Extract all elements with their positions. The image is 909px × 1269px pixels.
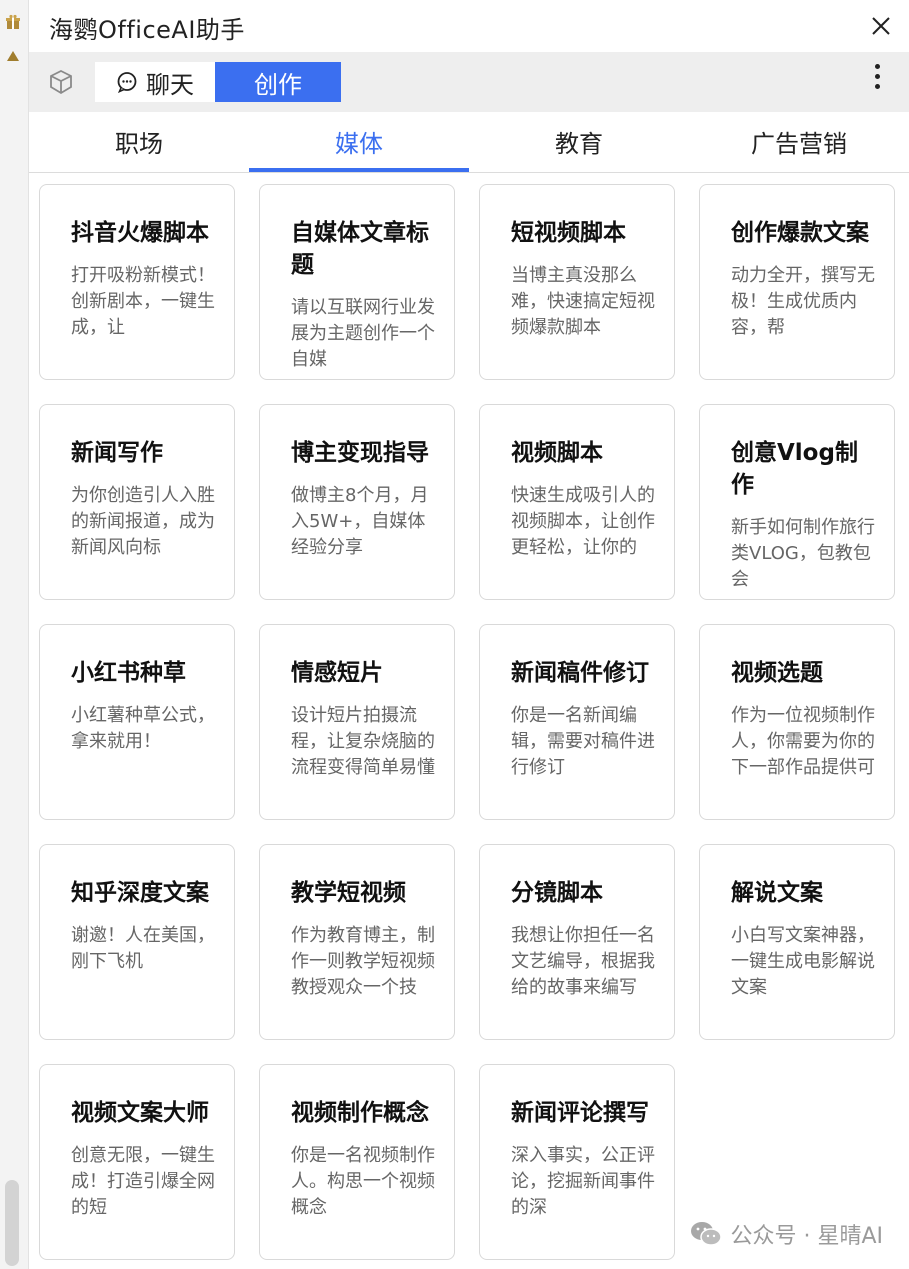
card-title: 新闻写作 — [71, 440, 163, 466]
template-card[interactable]: 分镜脚本 我想让你担任一名文艺编导，根据我给的故事来编写 — [479, 844, 675, 1040]
template-card[interactable]: 视频制作概念 你是一名视频制作人。构思一个视频概念 — [259, 1064, 455, 1260]
category-tab-media[interactable]: 媒体 — [249, 112, 469, 172]
template-card[interactable]: 博主变现指导 做博主8个月，月入5W+，自媒体经验分享 — [259, 404, 455, 600]
template-card[interactable]: 情感短片 设计短片拍摄流程，让复杂烧脑的流程变得简单易懂 — [259, 624, 455, 820]
category-tabs: 职场 媒体 教育 广告营销 — [29, 112, 909, 173]
card-description: 谢邀！人在美国，刚下飞机 — [71, 925, 215, 972]
card-description: 你是一名视频制作人。构思一个视频概念 — [291, 1145, 435, 1218]
watermark-text: 公众号 · 星晴AI — [730, 1224, 883, 1249]
template-card[interactable]: 视频脚本 快速生成吸引人的视频脚本，让创作更轻松，让你的 — [479, 404, 675, 600]
card-title: 情感短片 — [291, 660, 383, 686]
wechat-icon — [691, 1222, 723, 1246]
title-bar: 海鹦OfficeAI助手 — [29, 0, 909, 52]
card-title: 短视频脚本 — [511, 220, 626, 246]
card-description: 作为教育博主，制作一则教学短视频教授观众一个技 — [291, 925, 435, 998]
card-title: 知乎深度文案 — [71, 880, 209, 906]
card-description: 当博主真没那么难，快速搞定短视频爆款脚本 — [511, 265, 655, 338]
close-icon[interactable] — [867, 12, 895, 40]
watermark: 公众号 · 星晴AI — [690, 1218, 883, 1250]
category-label: 职场 — [115, 129, 163, 158]
tab-chat[interactable]: 聊天 — [95, 62, 215, 102]
left-gutter — [0, 0, 29, 1269]
card-description: 小红薯种草公式，拿来就用！ — [71, 705, 215, 752]
category-tab-workplace[interactable]: 职场 — [29, 112, 249, 170]
card-description: 你是一名新闻编辑，需要对稿件进行修订 — [511, 705, 655, 778]
tab-create[interactable]: 创作 — [215, 62, 341, 102]
card-description: 打开吸粉新模式！创新剧本，一键生成，让 — [71, 265, 215, 338]
card-description: 作为一位视频制作人，你需要为你的下一部作品提供可 — [731, 705, 875, 778]
card-title: 创意Vlog制作 — [731, 440, 858, 498]
category-label: 媒体 — [335, 129, 383, 158]
template-card[interactable]: 视频选题 作为一位视频制作人，你需要为你的下一部作品提供可 — [699, 624, 895, 820]
card-description: 为你创造引人入胜的新闻报道，成为新闻风向标 — [71, 485, 215, 558]
card-description: 动力全开，撰写无极！生成优质内容，帮 — [731, 265, 875, 338]
card-description: 我想让你担任一名文艺编导，根据我给的故事来编写 — [511, 925, 655, 998]
card-title: 解说文案 — [731, 880, 823, 906]
tab-create-label: 创作 — [254, 70, 302, 99]
card-title: 教学短视频 — [291, 880, 406, 906]
category-tab-education[interactable]: 教育 — [469, 112, 689, 170]
card-description: 小白写文案神器，一键生成电影解说文案 — [731, 925, 875, 998]
template-card[interactable]: 小红书种草 小红薯种草公式，拿来就用！ — [39, 624, 235, 820]
card-title: 创作爆款文案 — [731, 220, 869, 246]
template-card[interactable]: 新闻评论撰写 深入事实，公正评论，挖掘新闻事件的深 — [479, 1064, 675, 1260]
card-description: 设计短片拍摄流程，让复杂烧脑的流程变得简单易懂 — [291, 705, 435, 778]
card-title: 视频文案大师 — [71, 1100, 209, 1126]
card-description: 做博主8个月，月入5W+，自媒体经验分享 — [291, 485, 429, 558]
box-cube-icon[interactable] — [47, 68, 75, 96]
card-title: 新闻评论撰写 — [511, 1100, 649, 1126]
assistant-panel: 海鹦OfficeAI助手 聊天 创作 职场 媒体 教育 广告营销 抖音火爆脚本 … — [29, 0, 909, 1269]
card-title: 博主变现指导 — [291, 440, 429, 466]
app-title: 海鹦OfficeAI助手 — [49, 16, 245, 44]
card-title: 视频选题 — [731, 660, 823, 686]
collapse-up-icon[interactable] — [6, 50, 20, 62]
template-card[interactable]: 自媒体文章标题 请以互联网行业发展为主题创作一个自媒 — [259, 184, 455, 380]
category-label: 广告营销 — [751, 129, 847, 158]
template-card[interactable]: 教学短视频 作为教育博主，制作一则教学短视频教授观众一个技 — [259, 844, 455, 1040]
template-card[interactable]: 视频文案大师 创意无限，一键生成！打造引爆全网的短 — [39, 1064, 235, 1260]
card-title: 视频脚本 — [511, 440, 603, 466]
card-title: 抖音火爆脚本 — [71, 220, 209, 246]
mode-toolbar: 聊天 创作 — [29, 52, 909, 112]
template-card[interactable]: 创意Vlog制作 新手如何制作旅行类VLOG，包教包会 — [699, 404, 895, 600]
card-title: 小红书种草 — [71, 660, 186, 686]
card-title: 视频制作概念 — [291, 1100, 429, 1126]
card-description: 请以互联网行业发展为主题创作一个自媒 — [291, 297, 435, 370]
card-title: 自媒体文章标题 — [291, 220, 429, 278]
chat-bubble-icon — [117, 72, 137, 93]
card-description: 创意无限，一键生成！打造引爆全网的短 — [71, 1145, 215, 1218]
template-card[interactable]: 抖音火爆脚本 打开吸粉新模式！创新剧本，一键生成，让 — [39, 184, 235, 380]
scrollbar-thumb[interactable] — [5, 1180, 19, 1266]
category-label: 教育 — [555, 129, 603, 158]
template-card[interactable]: 解说文案 小白写文案神器，一键生成电影解说文案 — [699, 844, 895, 1040]
card-title: 分镜脚本 — [511, 880, 603, 906]
card-description: 新手如何制作旅行类VLOG，包教包会 — [731, 517, 875, 590]
template-card[interactable]: 创作爆款文案 动力全开，撰写无极！生成优质内容，帮 — [699, 184, 895, 380]
more-options-icon[interactable] — [873, 64, 881, 94]
template-card[interactable]: 新闻稿件修订 你是一名新闻编辑，需要对稿件进行修订 — [479, 624, 675, 820]
card-description: 快速生成吸引人的视频脚本，让创作更轻松，让你的 — [511, 485, 655, 558]
template-card[interactable]: 新闻写作 为你创造引人入胜的新闻报道，成为新闻风向标 — [39, 404, 235, 600]
template-card[interactable]: 知乎深度文案 谢邀！人在美国，刚下飞机 — [39, 844, 235, 1040]
tab-chat-label: 聊天 — [146, 70, 194, 99]
card-title: 新闻稿件修订 — [511, 660, 649, 686]
gift-icon[interactable] — [5, 14, 21, 30]
category-tab-advertising[interactable]: 广告营销 — [689, 112, 909, 170]
template-card[interactable]: 短视频脚本 当博主真没那么难，快速搞定短视频爆款脚本 — [479, 184, 675, 380]
card-description: 深入事实，公正评论，挖掘新闻事件的深 — [511, 1145, 655, 1218]
